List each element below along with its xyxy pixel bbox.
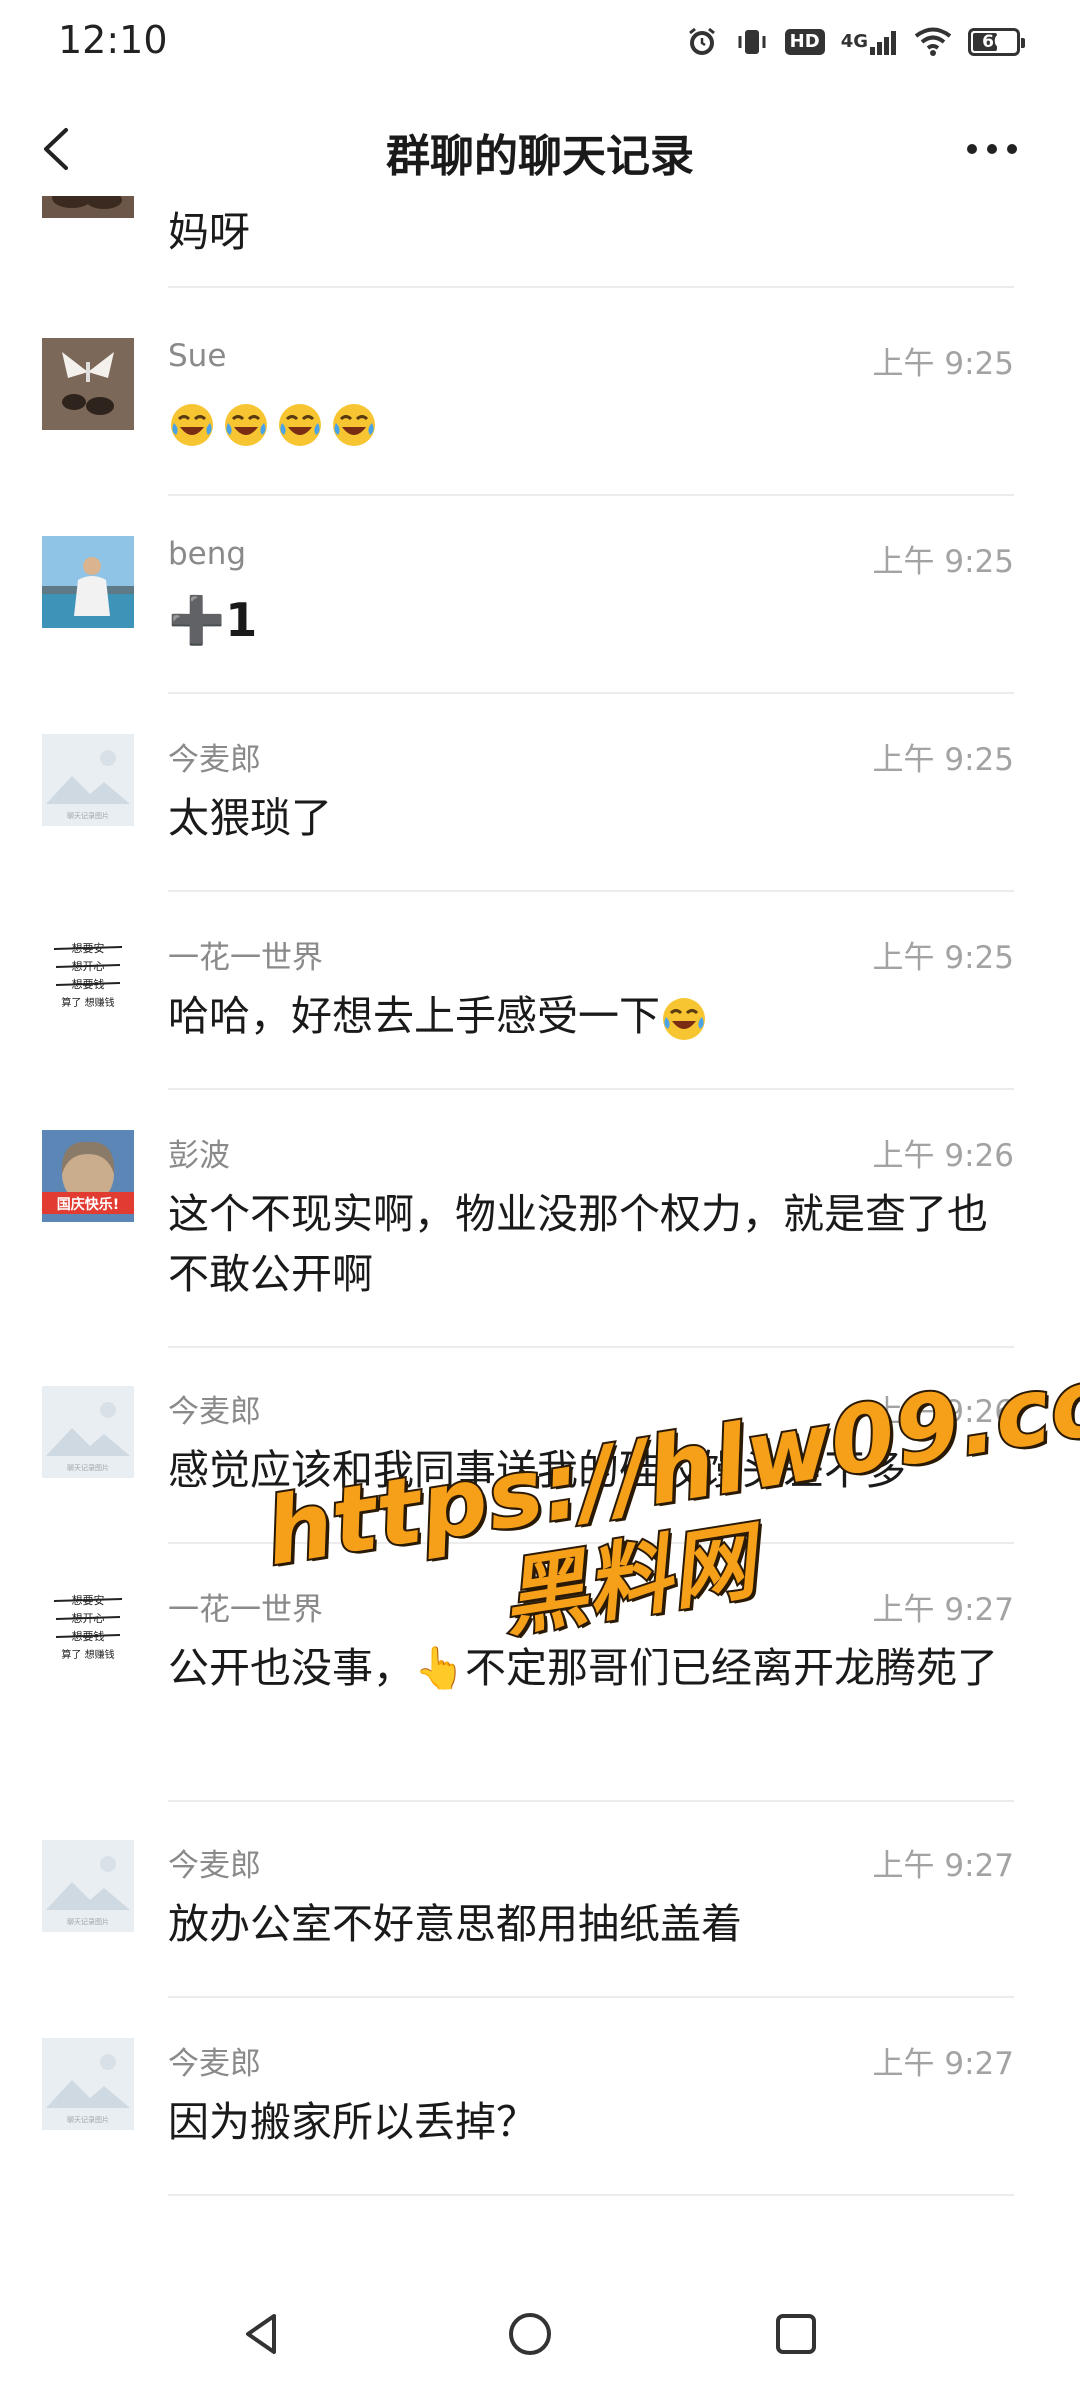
nav-back-button[interactable] <box>236 2308 288 2360</box>
avatar[interactable] <box>42 338 134 430</box>
message-time: 上午 9:25 <box>872 742 1014 778</box>
message-time: 上午 9:25 <box>872 544 1014 580</box>
message-text: 哈哈，好想去上手感受一下 <box>168 986 1014 1046</box>
status-time: 12:10 <box>58 18 168 62</box>
hd-voice-icon: HD <box>784 29 825 55</box>
message-time: 上午 9:27 <box>872 1848 1014 1884</box>
divider <box>168 1800 1014 1802</box>
placeholder-caption: 聊天记录图片 <box>67 811 109 820</box>
sender-name: beng <box>168 536 247 572</box>
sender-name: 今麦郎 <box>168 2046 261 2082</box>
triangle-back-icon <box>246 2314 276 2354</box>
sender-name: 今麦郎 <box>168 1394 261 1430</box>
message-text: 放办公室不好意思都用抽纸盖着 <box>168 1900 742 1948</box>
divider <box>168 2194 1014 2196</box>
message-time: 上午 9:27 <box>872 2046 1014 2082</box>
avatar[interactable]: 想要安 想开心 想要钱 算了 想赚钱 <box>42 1584 134 1676</box>
message-text: 感觉应该和我同事送我的硅胶馒头差不多 <box>168 1446 906 1494</box>
alarm-icon <box>685 25 719 59</box>
wifi-icon <box>914 27 952 57</box>
divider <box>168 1088 1014 1090</box>
sender-name: 今麦郎 <box>168 1848 261 1884</box>
signal-icon: 4G <box>841 27 898 57</box>
laughing-crying-emoji-icon <box>171 404 213 446</box>
message-time: 上午 9:26 <box>872 1138 1014 1174</box>
sender-name: 一花一世界 <box>168 1592 323 1628</box>
svg-text:聊天记录图片: 聊天记录图片 <box>67 2115 109 2124</box>
message-time: 上午 9:27 <box>872 1592 1014 1628</box>
more-dots-icon <box>967 144 1017 154</box>
sender-name: 一花一世界 <box>168 940 323 976</box>
status-icons: HD 4G 60 <box>685 20 1025 64</box>
avatar[interactable]: 聊天记录图片 <box>42 1840 134 1932</box>
laughing-crying-emoji-icon <box>663 998 705 1040</box>
avatar[interactable]: 想要安 想开心 想要钱 算了 想赚钱 <box>42 932 134 1024</box>
status-bar: 12:10 HD 4G 60 <box>0 0 1080 84</box>
divider <box>168 286 1014 288</box>
avatar[interactable]: 聊天记录图片 <box>42 1386 134 1478</box>
divider <box>168 494 1014 496</box>
emoji-row <box>168 401 378 449</box>
avatar[interactable]: 国庆快乐! <box>42 1130 134 1222</box>
circle-home-icon <box>509 2313 551 2355</box>
message-time: 上午 9:25 <box>872 346 1014 382</box>
divider <box>168 1996 1014 1998</box>
nav-recents-button[interactable] <box>770 2308 822 2360</box>
laughing-crying-emoji-icon <box>225 404 267 446</box>
avatar[interactable] <box>42 196 134 218</box>
message-text: 公开也没事，👆不定那哥们已经离开龙腾苑了 <box>168 1644 999 1692</box>
avatar[interactable]: 聊天记录图片 <box>42 734 134 826</box>
svg-text:国庆快乐!: 国庆快乐! <box>57 1196 119 1213</box>
more-options-button[interactable] <box>962 134 1022 164</box>
svg-text:算了 想赚钱: 算了 想赚钱 <box>61 1648 114 1661</box>
battery-icon: 60 <box>968 28 1025 56</box>
divider <box>168 1346 1014 1348</box>
laughing-crying-emoji-icon <box>333 404 375 446</box>
message-text: 因为搬家所以丢掉？ <box>168 2098 537 2146</box>
battery-level: 60 <box>982 32 1006 52</box>
sender-name: 今麦郎 <box>168 742 261 778</box>
square-recents-icon <box>776 2314 816 2354</box>
chat-record-list[interactable]: 妈呀 Sue 上午 9:25 beng 上午 9:25 ➕1 聊天记录图片 今麦… <box>0 196 1080 2236</box>
divider <box>168 1542 1014 1544</box>
svg-text:聊天记录图片: 聊天记录图片 <box>67 1917 109 1926</box>
svg-text:算了 想赚钱: 算了 想赚钱 <box>61 996 114 1009</box>
message-time: 上午 9:25 <box>872 940 1014 976</box>
message-text: 这个不现实啊，物业没那个权力，就是查了也不敢公开啊 <box>168 1190 988 1298</box>
vibrate-icon <box>735 25 769 59</box>
message-text: 太猥琐了 <box>168 794 332 842</box>
message-text <box>168 392 1014 452</box>
svg-text:聊天记录图片: 聊天记录图片 <box>67 1463 109 1472</box>
system-nav-bar <box>0 2270 1080 2408</box>
nav-home-button[interactable] <box>504 2308 556 2360</box>
message-time: 上午 9:26 <box>872 1394 1014 1430</box>
divider <box>168 692 1014 694</box>
avatar[interactable]: 聊天记录图片 <box>42 2038 134 2130</box>
avatar[interactable] <box>42 536 134 628</box>
sender-name: Sue <box>168 338 227 374</box>
message-text: 妈呀 <box>168 208 250 256</box>
page-title: 群聊的聊天记录 <box>386 131 694 182</box>
divider <box>168 890 1014 892</box>
message-text: ➕1 <box>168 593 258 647</box>
sender-name: 彭波 <box>168 1138 230 1174</box>
laughing-crying-emoji-icon <box>279 404 321 446</box>
header: 群聊的聊天记录 <box>0 100 1080 196</box>
